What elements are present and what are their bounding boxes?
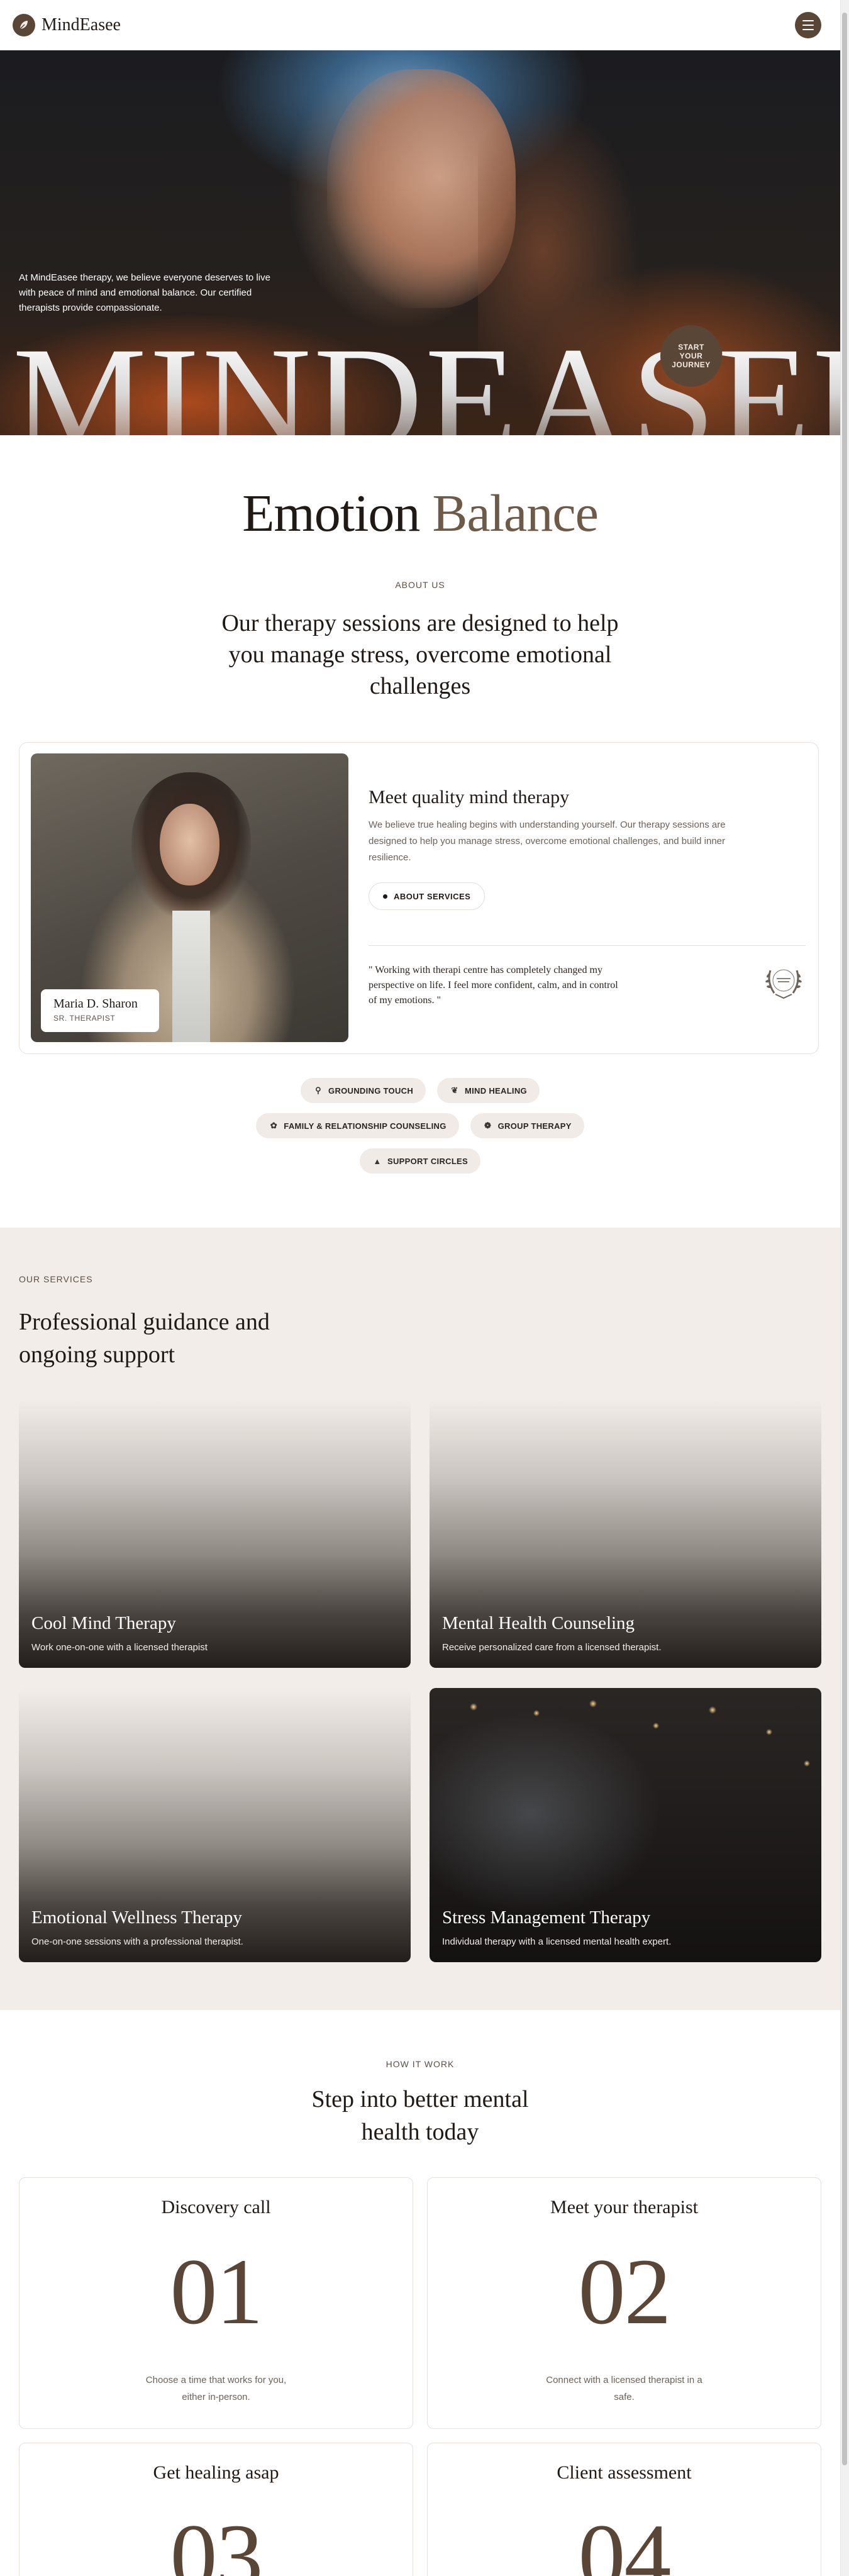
scrollbar-thumb[interactable] [842, 13, 847, 2465]
support-icon: ▲ [373, 1156, 382, 1166]
therapist-portrait: Maria D. Sharon SR. THERAPIST [31, 753, 348, 1042]
step-title: Discovery call [161, 2197, 271, 2218]
balance-word: Balance [432, 484, 598, 543]
tag-label: MIND HEALING [465, 1085, 527, 1096]
step-card-4: Client assessment 04 [427, 2443, 821, 2576]
therapist-name-tag: Maria D. Sharon SR. THERAPIST [41, 989, 159, 1032]
about-card: Maria D. Sharon SR. THERAPIST Meet quali… [19, 742, 819, 1054]
cta-line-1: START [678, 343, 704, 352]
tag-row: ⚲ GROUNDING TOUCH ❦ MIND HEALING [0, 1078, 840, 1103]
about-eyebrow: ABOUT US [395, 580, 445, 590]
therapist-name: Maria D. Sharon [53, 997, 138, 1011]
about-heading: Our therapy sessions are designed to hel… [221, 610, 619, 699]
service-card-stress-management[interactable]: Stress Management Therapy Individual the… [430, 1688, 821, 1962]
step-card-1: Discovery call 01 Choose a time that wor… [19, 2177, 413, 2429]
tag-group-therapy[interactable]: ❁ GROUP THERAPY [470, 1113, 584, 1138]
tag-label: SUPPORT CIRCLES [387, 1156, 468, 1166]
tag-label: GROUNDING TOUCH [328, 1085, 414, 1096]
service-desc: Individual therapy with a licensed menta… [442, 1936, 672, 1947]
about-header: ABOUT US Our therapy sessions are design… [0, 580, 840, 702]
services-heading: Professional guidance and ongoing suppor… [19, 1309, 270, 1368]
tag-support-circles[interactable]: ▲ SUPPORT CIRCLES [359, 1148, 480, 1174]
service-card-emotional-wellness[interactable]: Emotional Wellness Therapy One-on-one se… [19, 1688, 411, 1962]
step-title: Get healing asap [153, 2462, 279, 2483]
hero-intro: At MindEasee therapy, we believe everyon… [19, 272, 270, 313]
tag-row: ✿ FAMILY & RELATIONSHIP COUNSELING ❁ GROUP… [0, 1113, 840, 1138]
laurel-award-icon [765, 969, 802, 999]
about-card-title: Meet quality mind therapy [369, 787, 570, 808]
emotion-word: Emotion [242, 484, 420, 543]
tag-grounding-touch[interactable]: ⚲ GROUNDING TOUCH [301, 1078, 426, 1103]
about-services-button[interactable]: ABOUT SERVICES [369, 882, 486, 910]
emotion-balance-section: Emotion Balance [0, 435, 840, 572]
step-number: 01 [170, 2240, 264, 2344]
service-title: Stress Management Therapy [442, 1907, 651, 1928]
step-number: 02 [578, 2240, 672, 2344]
portrait-shirt [172, 911, 210, 1042]
leaf-icon: ❦ [451, 1085, 458, 1095]
cta-line-2: YOUR [679, 352, 703, 360]
step-desc: Choose a time that works for you, either… [145, 2375, 287, 2402]
hamburger-menu-icon[interactable] [795, 12, 821, 38]
portrait-face [160, 804, 219, 886]
step-number: 04 [578, 2505, 672, 2576]
about-card-text: We believe true healing begins with unde… [369, 819, 726, 863]
how-it-works-header: HOW IT WORK Step into better mental heal… [0, 2059, 840, 2148]
service-desc: One-on-one sessions with a professional … [31, 1936, 243, 1947]
testimonial-quote: " Working with therapi centre has comple… [369, 965, 618, 1006]
step-number: 03 [170, 2505, 264, 2576]
step-title: Meet your therapist [550, 2197, 698, 2218]
step-desc: Connect with a licensed therapist in a s… [546, 2375, 702, 2402]
services-eyebrow: OUR SERVICES [19, 1274, 93, 1284]
step-card-3: Get healing asap 03 [19, 2443, 413, 2576]
tag-row: ▲ SUPPORT CIRCLES [0, 1148, 840, 1174]
tag-label: GROUP THERAPY [497, 1121, 572, 1131]
start-journey-button[interactable]: START YOUR JOURNEY [660, 325, 722, 387]
service-title: Emotional Wellness Therapy [31, 1907, 242, 1928]
about-services-label: ABOUT SERVICES [394, 891, 471, 901]
brand-logo[interactable]: MindEasee [13, 14, 121, 36]
leaf-mark-icon [13, 14, 35, 36]
about-body: Meet quality mind therapy We believe tru… [369, 787, 758, 910]
grounding-icon: ⚲ [315, 1085, 321, 1095]
divider [369, 945, 806, 946]
site-header: MindEasee [0, 0, 840, 50]
services-section: OUR SERVICES Professional guidance and o… [0, 1228, 840, 2010]
service-tags: ⚲ GROUNDING TOUCH ❦ MIND HEALING ✿ FAMILY &… [0, 1078, 840, 1184]
cta-line-3: JOURNEY [672, 360, 711, 369]
service-title: Cool Mind Therapy [31, 1613, 176, 1633]
page-scrollbar[interactable] [840, 0, 849, 2576]
tag-label: FAMILY & RELATIONSHIP COUNSELING [284, 1121, 447, 1131]
service-card-mental-health[interactable]: Mental Health Counseling Receive persona… [430, 1399, 821, 1668]
family-icon: ✿ [270, 1121, 277, 1130]
therapist-role: SR. THERAPIST [53, 1014, 116, 1023]
step-card-2: Meet your therapist 02 Connect with a li… [427, 2177, 821, 2429]
bullet-icon [383, 894, 387, 899]
brand-name: MindEasee [42, 15, 121, 35]
service-desc: Receive personalized care from a license… [442, 1642, 662, 1653]
service-desc: Work one-on-one with a licensed therapis… [31, 1642, 208, 1653]
how-eyebrow: HOW IT WORK [386, 2059, 455, 2069]
hero-section: At MindEasee therapy, we believe everyon… [0, 50, 840, 435]
group-icon: ❁ [484, 1121, 492, 1130]
service-title: Mental Health Counseling [442, 1613, 635, 1633]
tag-mind-healing[interactable]: ❦ MIND HEALING [437, 1078, 540, 1103]
emotion-balance-heading: Emotion Balance [0, 483, 840, 544]
service-card-cool-mind[interactable]: Cool Mind Therapy Work one-on-one with a… [19, 1399, 411, 1668]
how-heading: Step into better mental health today [311, 2086, 529, 2145]
tag-family-counseling[interactable]: ✿ FAMILY & RELATIONSHIP COUNSELING [256, 1113, 459, 1138]
step-title: Client assessment [557, 2462, 692, 2483]
